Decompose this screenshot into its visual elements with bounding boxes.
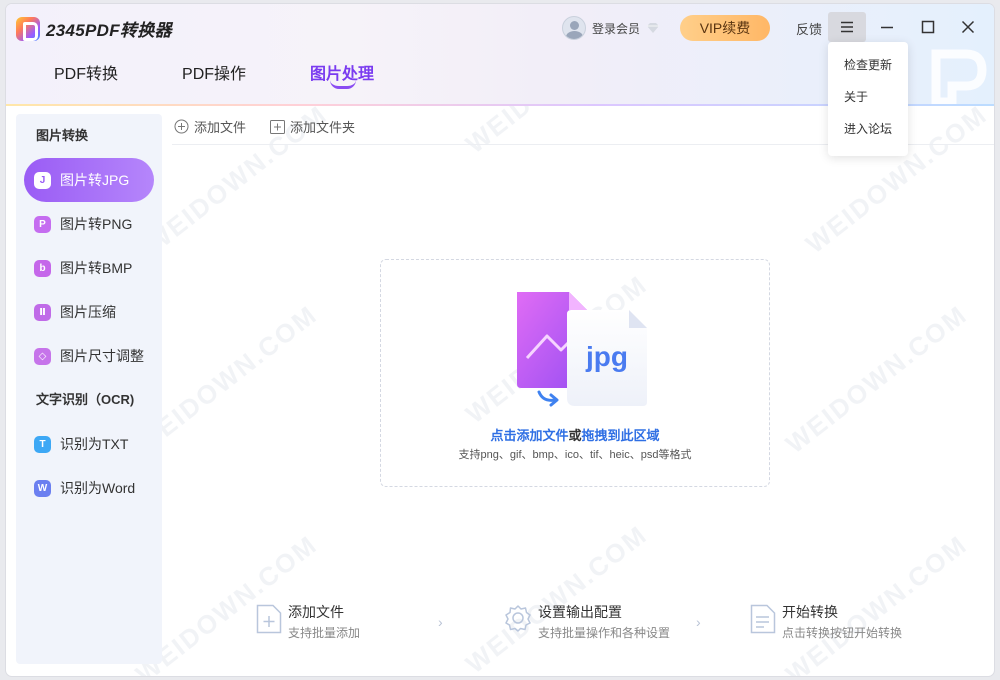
login-label[interactable]: 登录会员 — [592, 20, 640, 37]
menu-item-check-update[interactable]: 检查更新 — [828, 52, 908, 84]
sidebar-item-label: 图片尺寸调整 — [60, 348, 144, 364]
add-file-button[interactable]: 添加文件 — [174, 117, 246, 136]
jpg-file-icon: jpg — [517, 292, 647, 407]
supported-formats: 支持png、gif、bmp、ico、tif、heic、psd等格式 — [458, 449, 692, 461]
app-logo: 2345PDF转换器 — [16, 16, 172, 41]
app-title: 2345PDF转换器 — [46, 21, 172, 40]
sidebar-item-to-png[interactable]: P 图片转PNG — [16, 202, 162, 246]
tab-image-process[interactable]: 图片处理 — [310, 60, 374, 89]
plus-square-icon — [270, 119, 286, 134]
pdf-decoration-icon — [931, 49, 987, 104]
txt-icon: T — [34, 435, 51, 453]
steps-guide: 添加文件 支持批量添加 › 设置输出配置 支持批量操作和各种设置 › 开始转换 … — [256, 602, 916, 642]
bmp-icon: b — [34, 259, 51, 277]
svg-text:jpg: jpg — [585, 341, 628, 372]
sidebar-item-to-bmp[interactable]: b 图片转BMP — [16, 246, 162, 290]
maximize-button[interactable] — [909, 12, 947, 42]
minimize-button[interactable] — [868, 12, 906, 42]
step-add-file: 添加文件 支持批量添加 — [256, 602, 360, 641]
sidebar-section-image-convert: 图片转换 — [36, 128, 89, 143]
close-button[interactable] — [949, 12, 987, 42]
sidebar-item-label: 图片转JPG — [60, 172, 130, 188]
maximize-icon — [921, 20, 935, 34]
menu-item-forum[interactable]: 进入论坛 — [828, 116, 908, 148]
chevron-right-icon: › — [438, 614, 443, 630]
sidebar-item-resize[interactable]: ◇ 图片尺寸调整 — [16, 334, 162, 378]
login-area[interactable]: 登录会员 — [562, 16, 660, 40]
sidebar-item-label: 图片转PNG — [60, 216, 133, 232]
app-window: WEIDOWN.COM WEIDOWN.COM WEIDOWN.COM WEID… — [6, 4, 994, 676]
sidebar-item-label: 图片转BMP — [60, 260, 133, 276]
drop-instruction: 点击添加文件或拖拽到此区域 — [490, 428, 660, 443]
sidebar-item-to-jpg[interactable]: J 图片转JPG — [24, 158, 154, 202]
drop-zone[interactable]: jpg 点击添加文件或拖拽到此区域 支持png、gif、bmp、ico、tif、… — [380, 259, 770, 487]
diamond-icon — [646, 23, 660, 33]
compress-icon: Ⅱ — [34, 303, 51, 321]
drag-here-link: 拖拽到此区域 — [581, 428, 660, 443]
sidebar-item-label: 识别为TXT — [60, 436, 129, 452]
add-file-icon — [256, 604, 282, 634]
menu-button[interactable] — [828, 12, 866, 42]
sidebar-item-label: 图片压缩 — [60, 304, 116, 320]
menu-item-about[interactable]: 关于 — [828, 84, 908, 116]
close-icon — [961, 20, 975, 34]
tab-pdf-convert[interactable]: PDF转换 — [54, 60, 118, 84]
watermark: WEIDOWN.COM — [459, 519, 653, 676]
add-file-link[interactable]: 添加文件 — [516, 428, 568, 443]
step-output-config: 设置输出配置 支持批量操作和各种设置 — [504, 602, 670, 641]
document-icon — [750, 604, 776, 634]
settings-dropdown: 检查更新 关于 进入论坛 — [828, 42, 908, 156]
step-start-convert: 开始转换 点击转换按钮开始转换 — [750, 602, 902, 641]
vip-renew-button[interactable]: VIP续费 — [680, 15, 770, 41]
sidebar-item-ocr-txt[interactable]: T 识别为TXT — [16, 422, 162, 466]
feedback-link[interactable]: 反馈 — [796, 19, 822, 38]
sidebar-section-ocr: 文字识别（OCR) — [36, 392, 135, 407]
watermark: WEIDOWN.COM — [779, 299, 973, 460]
gear-icon — [505, 605, 531, 632]
tab-pdf-operate[interactable]: PDF操作 — [182, 60, 246, 84]
pdf-logo-icon — [16, 16, 40, 41]
hamburger-icon — [841, 21, 853, 33]
avatar[interactable] — [562, 16, 586, 40]
plus-circle-icon — [174, 119, 189, 134]
add-folder-button[interactable]: 添加文件夹 — [270, 117, 355, 136]
sidebar-item-ocr-word[interactable]: W 识别为Word — [16, 466, 162, 510]
word-icon: W — [34, 479, 51, 497]
resize-icon: ◇ — [34, 347, 51, 365]
chevron-right-icon: › — [696, 614, 701, 630]
jpg-icon: J — [34, 171, 51, 189]
minimize-icon — [881, 26, 893, 29]
tab-active-indicator — [330, 80, 357, 89]
file-toolbar: 添加文件 添加文件夹 — [174, 117, 379, 136]
png-icon: P — [34, 215, 51, 233]
main-tabs: PDF转换 PDF操作 图片处理 — [54, 60, 438, 89]
sidebar-item-compress[interactable]: Ⅱ 图片压缩 — [16, 290, 162, 334]
sidebar-item-label: 识别为Word — [60, 480, 136, 496]
sidebar: 图片转换 J 图片转JPG P 图片转PNG b 图片转BMP Ⅱ 图片压缩 ◇… — [16, 114, 162, 664]
